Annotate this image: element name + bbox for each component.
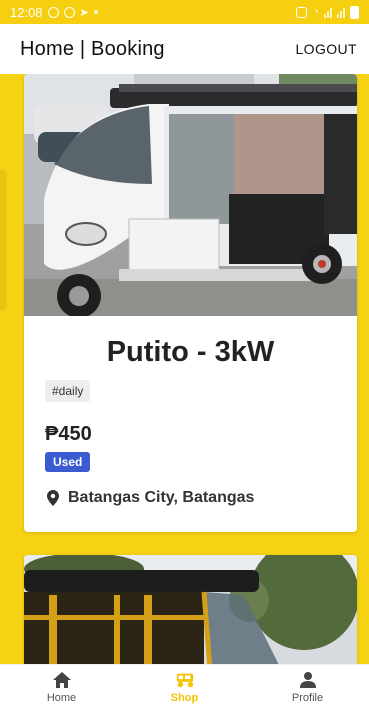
notification-dot-icon — [93, 10, 98, 14]
logout-button[interactable]: LOGOUT — [291, 35, 361, 63]
sync-icon — [47, 6, 59, 18]
nav-shop-label: Shop — [170, 692, 199, 704]
listing-title: Putito - 3kW — [106, 336, 275, 368]
telegram-icon: ➤ — [79, 6, 89, 19]
listing-card[interactable]: Putito - 3kW #daily ₱450 Used Batangas C… — [24, 74, 357, 532]
nav-shop[interactable]: Shop — [123, 665, 246, 710]
status-time: 12:08 — [10, 4, 43, 20]
messenger-icon — [63, 6, 75, 18]
battery-icon — [350, 5, 359, 19]
app-bar: Home | Booking LOGOUT — [0, 24, 369, 74]
home-icon — [52, 672, 71, 688]
status-right: ◔ — [296, 5, 359, 19]
location-text: Batangas City, Batangas — [68, 489, 255, 506]
nav-home[interactable]: Home — [0, 665, 123, 710]
listing-location: Batangas City, Batangas — [47, 489, 254, 507]
status-left: 12:08 ➤ — [10, 5, 98, 20]
tricycle-icon — [176, 673, 193, 688]
signal-2-icon — [337, 7, 345, 18]
location-pin-icon — [47, 490, 59, 506]
status-bar: 12:08 ➤ ◔ — [0, 0, 369, 24]
alarm-icon — [296, 6, 308, 18]
signal-icon — [324, 7, 332, 18]
condition-badge: Used — [45, 452, 91, 472]
nav-home-label: Home — [46, 692, 77, 704]
person-icon — [299, 672, 316, 688]
drawer-handle[interactable] — [0, 170, 7, 310]
listing-tag: #daily — [45, 380, 91, 402]
nav-profile-label: Profile — [291, 692, 324, 704]
listing-photo[interactable] — [24, 555, 357, 664]
listing-price: ₱450 — [45, 423, 92, 445]
listing-feed[interactable]: Putito - 3kW #daily ₱450 Used Batangas C… — [0, 74, 369, 664]
page-title: Home | Booking — [20, 37, 165, 60]
listing-photo[interactable] — [24, 74, 357, 316]
listing-card[interactable] — [24, 555, 357, 664]
bottom-nav: Home Shop Profile — [0, 664, 369, 710]
wifi-icon: ◔ — [312, 6, 319, 18]
nav-profile[interactable]: Profile — [246, 665, 369, 710]
